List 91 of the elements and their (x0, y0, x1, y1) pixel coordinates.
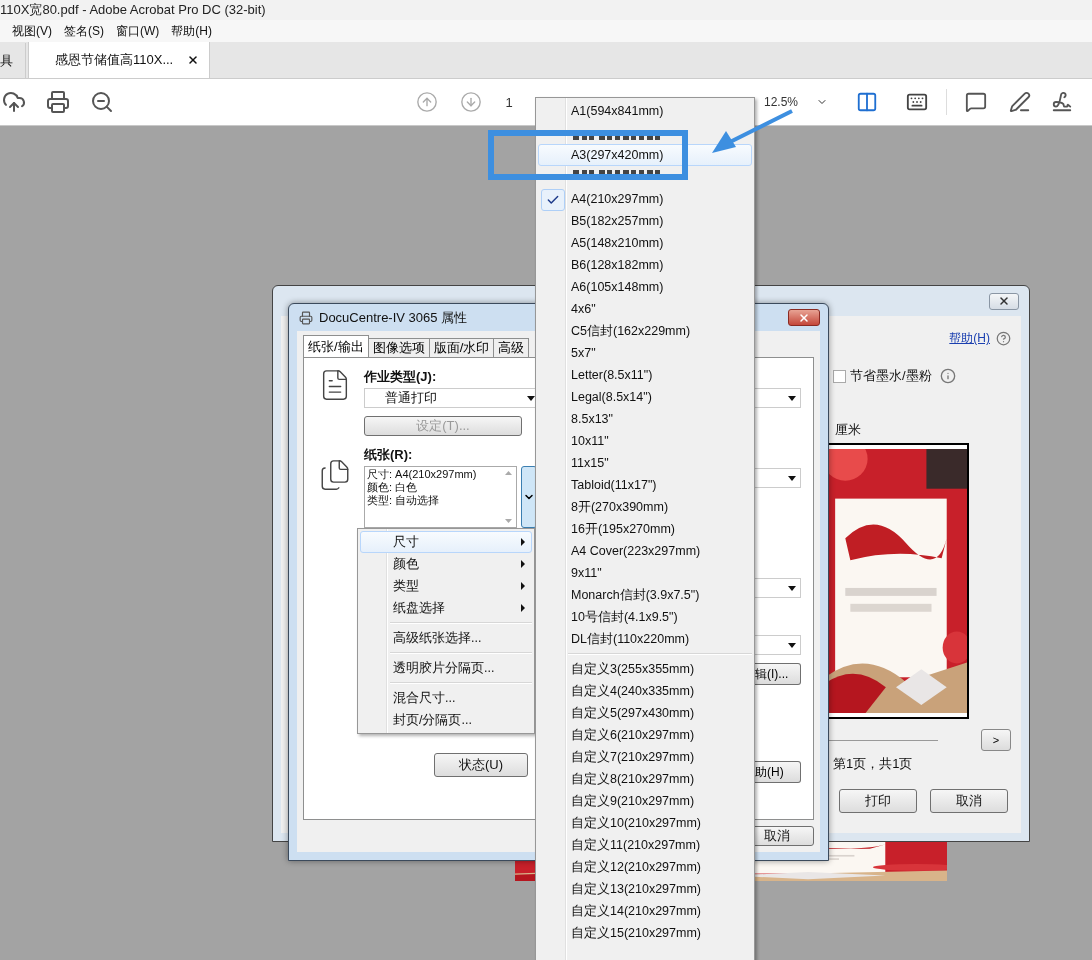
menu-item[interactable]: 视图(V) (6, 22, 58, 40)
menu-item[interactable]: A3(297x420mm) (538, 144, 752, 166)
menu-item[interactable]: 10x11" (538, 430, 752, 452)
paper-info-line: 尺寸: A4(210x297mm) (367, 468, 478, 481)
paper-label: 纸张(R): (364, 446, 414, 464)
close-button[interactable] (788, 309, 820, 326)
menu-item[interactable]: 自定义4(240x335mm) (538, 680, 752, 702)
help-link[interactable]: 帮助(H) (949, 330, 990, 347)
paper-info-line: 颜色: 白色 (367, 481, 419, 494)
close-button[interactable] (989, 292, 1019, 310)
keyboard-icon[interactable] (906, 91, 928, 113)
dialog-tab[interactable]: 图像选项 (367, 338, 430, 357)
menu-item[interactable]: DL信封(110x220mm) (538, 628, 752, 650)
edit-button[interactable]: 辑(I)... (755, 663, 801, 685)
menu-item[interactable]: 自定义3(255x355mm) (538, 658, 752, 680)
pen-icon[interactable] (1009, 91, 1031, 113)
next-page-button[interactable]: > (981, 729, 1011, 751)
select-field[interactable] (755, 388, 801, 408)
print-button[interactable]: 打印 (839, 789, 917, 813)
menu-item[interactable]: B6(128x182mm) (538, 254, 752, 276)
menu-item[interactable]: A4 Cover(223x297mm) (538, 540, 752, 562)
signature-icon[interactable] (1051, 91, 1073, 113)
menu-item[interactable]: 自定义9(210x297mm) (538, 790, 752, 812)
zoom-field[interactable]: 12.5% (760, 91, 832, 113)
menu-item[interactable]: 16开(195x270mm) (538, 518, 752, 540)
menu-item[interactable]: C5信封(162x229mm) (538, 320, 752, 342)
menu-item[interactable]: 自定义7(210x297mm) (538, 746, 752, 768)
select-field[interactable] (755, 468, 801, 488)
menu-item[interactable]: 尺寸 (360, 531, 532, 553)
menu-item[interactable]: Monarch信封(3.9x7.5") (538, 584, 752, 606)
menu-item[interactable]: 签名(S) (58, 22, 110, 40)
menu-item[interactable]: A1(594x841mm) (538, 100, 752, 122)
menu-item[interactable]: 纸盘选择 (360, 597, 532, 619)
menu-item[interactable]: 8开(270x390mm) (538, 496, 752, 518)
menu-item[interactable]: 自定义15(210x297mm) (538, 922, 752, 944)
menu-item[interactable]: A6(105x148mm) (538, 276, 752, 298)
menu-item[interactable]: 自定义13(210x297mm) (538, 878, 752, 900)
menu-item[interactable]: 类型 (360, 575, 532, 597)
comment-icon[interactable] (965, 91, 987, 113)
menu-item[interactable]: A5(148x210mm) (538, 232, 752, 254)
page-number-field[interactable]: 1 (494, 91, 524, 113)
menu-item[interactable]: 8.5x13" (538, 408, 752, 430)
menu-item[interactable]: 混合尺寸... (360, 687, 532, 709)
menu-item[interactable]: 5x7" (538, 342, 752, 364)
job-type-label: 作业类型(J): (364, 368, 438, 386)
save-ink-label: 节省墨水/墨粉 (850, 367, 932, 385)
menu-item[interactable]: 11x15" (538, 452, 752, 474)
unit-label: 厘米 (835, 421, 862, 439)
cloud-upload-icon[interactable] (2, 90, 26, 114)
paper-info-line: 类型: 自动选择 (367, 494, 441, 507)
menu-item[interactable]: 封页/分隔页... (360, 709, 532, 731)
help-icon[interactable] (996, 331, 1011, 346)
document-tab[interactable]: 具 (0, 43, 26, 78)
menu-item[interactable]: 高级纸张选择... (360, 627, 532, 649)
menu-item[interactable]: 自定义8(210x297mm) (538, 768, 752, 790)
menu-item[interactable]: 4x6" (538, 298, 752, 320)
menu-item[interactable]: 10号信封(4.1x9.5") (538, 606, 752, 628)
menu-item[interactable]: Letter(8.5x11") (538, 364, 752, 386)
menu-item[interactable]: 窗口(W) (110, 22, 166, 40)
dialog-tab[interactable]: 版面/水印 (428, 338, 495, 357)
menu-item[interactable]: 颜色 (360, 553, 532, 575)
window-title: 110X宽80.pdf - Adobe Acrobat Pro DC (32-bit) (0, 1, 266, 19)
help-button[interactable]: 助(H) (755, 761, 801, 783)
printer-icon (299, 310, 313, 325)
menu-item[interactable]: 自定义6(210x297mm) (538, 724, 752, 746)
page-info: 第1页，共1页 (833, 755, 914, 773)
info-icon[interactable] (939, 368, 956, 384)
menu-item[interactable]: B5(182x257mm) (538, 210, 752, 232)
status-button[interactable]: 状态(U) (434, 753, 528, 777)
zoom-out-icon[interactable] (90, 90, 114, 114)
close-icon[interactable] (187, 54, 200, 66)
menu-item[interactable]: Legal(8.5x14") (538, 386, 752, 408)
menu-item[interactable]: 自定义5(297x430mm) (538, 702, 752, 724)
menu-item[interactable]: 帮助(H) (165, 22, 218, 40)
menu-item[interactable]: Tabloid(11x17") (538, 474, 752, 496)
dialog-title: DocuCentre-IV 3065 属性 (319, 308, 468, 327)
menu-item[interactable]: 自定义12(210x297mm) (538, 856, 752, 878)
menu-item[interactable]: 自定义14(210x297mm) (538, 900, 752, 922)
dialog-tab[interactable]: 纸张/输出 (303, 335, 369, 357)
close-icon (798, 311, 810, 324)
menu-item[interactable]: A4(210x297mm) (538, 188, 752, 210)
select-field[interactable] (755, 635, 801, 655)
printer-icon[interactable] (46, 90, 70, 114)
cancel-button[interactable]: 取消 (930, 789, 1008, 813)
save-ink-checkbox[interactable] (833, 369, 846, 383)
document-tab[interactable]: 感恩节储值高110X... (28, 42, 211, 78)
close-icon (998, 295, 1010, 307)
dialog-tab[interactable]: 高级 (493, 338, 530, 357)
select-field[interactable] (755, 578, 801, 598)
menu-item[interactable]: 9x11" (538, 562, 752, 584)
menu-item[interactable]: 透明胶片分隔页... (360, 657, 532, 679)
